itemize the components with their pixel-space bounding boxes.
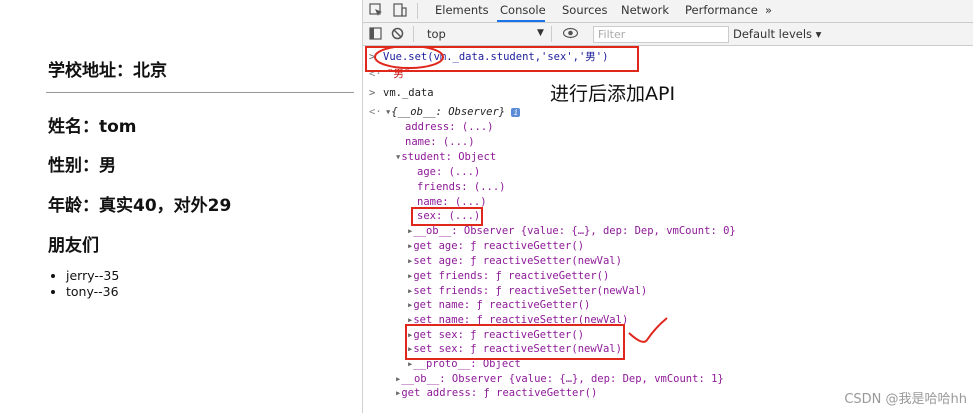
sidebar-icon[interactable]	[369, 27, 382, 43]
tab-elements[interactable]: Elements	[435, 3, 489, 17]
tab-performance[interactable]: Performance	[685, 3, 758, 17]
console-toolbar: top ▼ Filter Default levels ▾	[363, 23, 973, 46]
school-address-heading: 学校地址：北京	[48, 61, 167, 81]
levels-dropdown[interactable]: Default levels ▾	[733, 27, 821, 41]
tab-sources[interactable]: Sources	[562, 3, 608, 17]
student-gender-heading: 性别：男	[48, 156, 116, 176]
divider	[46, 92, 354, 93]
devtools-panel: Elements Console Sources Network Perform…	[362, 0, 973, 413]
friends-list: jerry--35 tony--36	[48, 268, 119, 300]
eye-icon[interactable]	[562, 27, 579, 42]
tab-network[interactable]: Network	[621, 3, 669, 17]
tab-console[interactable]: Console	[500, 3, 546, 17]
chevron-down-icon[interactable]: ▼	[537, 28, 544, 38]
list-item: jerry--35	[66, 268, 119, 284]
vue-app-page: 学校地址：北京 姓名：tom 性别：男 年龄：真实40，对外29 朋友们 jer…	[0, 0, 360, 413]
devtools-tabbar: Elements Console Sources Network Perform…	[363, 0, 973, 23]
tab-overflow[interactable]: »	[765, 3, 772, 17]
device-icon[interactable]	[393, 3, 407, 20]
annotation-text: 进行后添加API	[550, 83, 676, 105]
friends-heading: 朋友们	[48, 236, 99, 256]
block-icon[interactable]	[391, 27, 404, 43]
list-item: tony--36	[66, 284, 119, 300]
student-name-heading: 姓名：tom	[48, 117, 137, 137]
watermark: CSDN @我是哈哈hh	[844, 392, 967, 407]
cursor-icon[interactable]	[369, 3, 383, 20]
filter-input[interactable]: Filter	[593, 26, 729, 43]
student-age-heading: 年龄：真实40，对外29	[48, 196, 232, 216]
context-select[interactable]: top	[427, 27, 446, 41]
active-tab-indicator	[497, 20, 545, 22]
